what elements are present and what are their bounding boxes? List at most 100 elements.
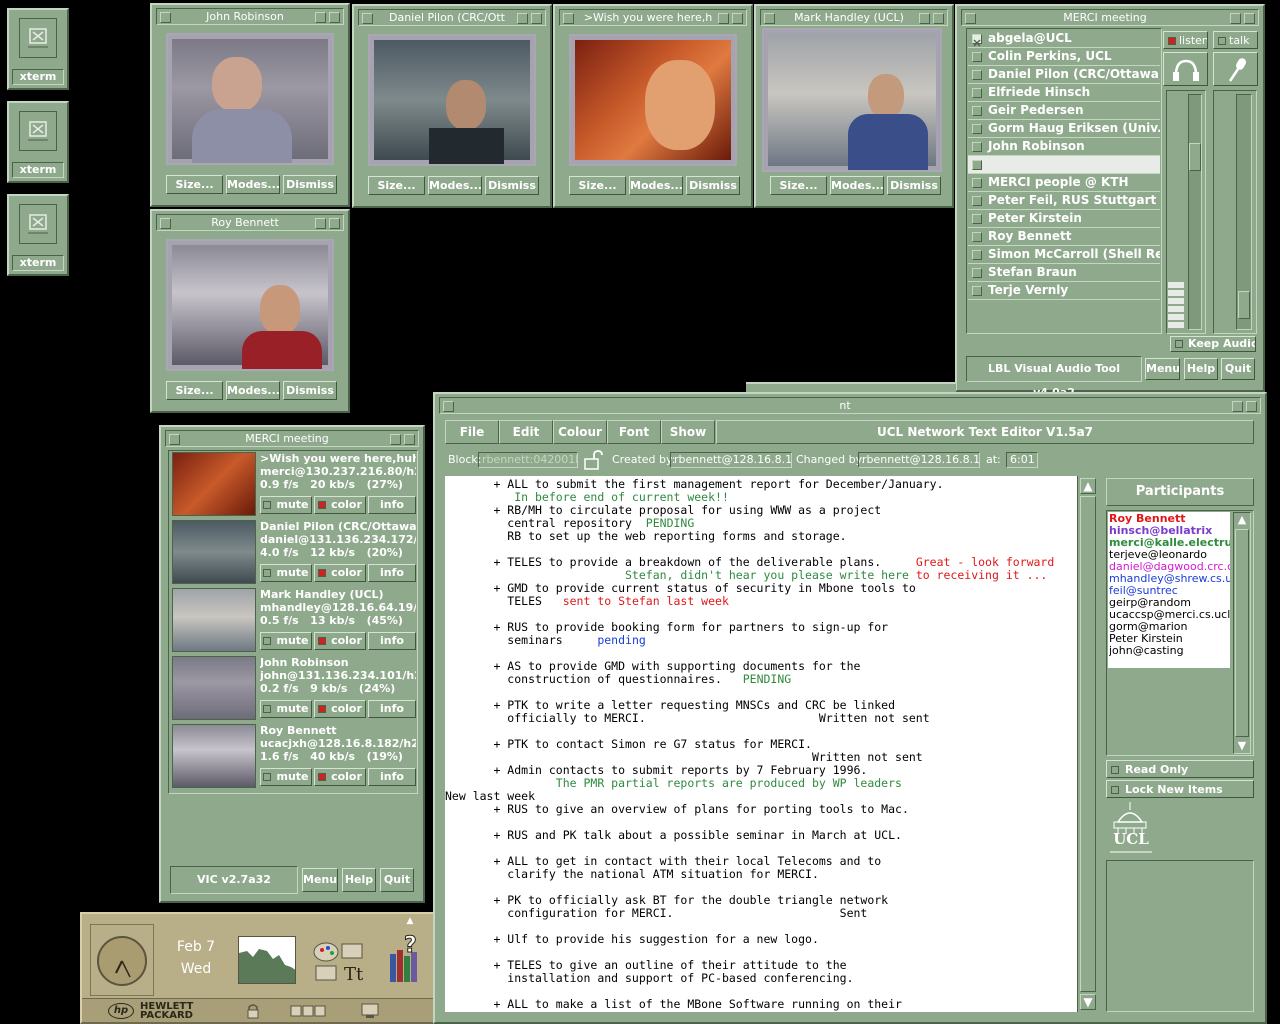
date-display[interactable]: Feb 7 Wed <box>162 936 230 980</box>
lock-new-items-toggle[interactable]: Lock New Items <box>1106 780 1254 798</box>
document-line[interactable]: + RUS to give an overview of plans for p… <box>445 803 1077 816</box>
stream-thumbnail[interactable] <box>172 452 256 516</box>
maximize-button[interactable] <box>933 13 944 24</box>
participant-checkbox[interactable] <box>972 268 982 278</box>
keep-audio-toggle[interactable]: Keep Audio <box>1170 336 1256 352</box>
participant-row[interactable]: Simon McCarroll (Shell Rese <box>968 246 1160 264</box>
size-button[interactable]: Size... <box>569 176 626 195</box>
nte-participant[interactable]: mhandley@shrew.cs.ucl. <box>1109 573 1230 585</box>
headphones-button[interactable] <box>1163 52 1208 86</box>
participant-scrollbar[interactable]: ▲ ▼ <box>1233 512 1251 754</box>
menu-file[interactable]: File <box>445 420 499 444</box>
size-button[interactable]: Size... <box>166 381 223 400</box>
nte-participant[interactable]: feil@suntrec <box>1109 585 1230 597</box>
participant-checkbox[interactable] <box>972 34 982 47</box>
mute-toggle[interactable]: mute <box>260 632 312 650</box>
minimize-button[interactable] <box>718 13 729 24</box>
input-volume-slider[interactable] <box>1236 94 1252 330</box>
participant-checkbox[interactable] <box>972 160 982 170</box>
lock-icon[interactable] <box>246 1003 260 1019</box>
title-bar[interactable]: MERCI meeting <box>165 430 419 447</box>
nte-participant[interactable]: Peter Kirstein <box>1109 633 1230 645</box>
stream-thumbnail[interactable] <box>172 588 256 652</box>
participant-row[interactable]: abgela@UCL <box>968 30 1160 48</box>
participant-row[interactable]: Peter Feil, RUS Stuttgart <box>968 192 1160 210</box>
modes-button[interactable]: Modes... <box>830 176 884 195</box>
maximize-button[interactable] <box>1244 13 1255 24</box>
document-line[interactable]: officially to MERCI. Written not sent <box>445 712 1077 725</box>
dismiss-button[interactable]: Dismiss <box>686 176 740 195</box>
color-toggle[interactable]: color <box>314 768 366 786</box>
window-menu-button[interactable] <box>443 401 454 412</box>
scroll-up-arrow-icon[interactable]: ▲ <box>1080 478 1096 494</box>
document-line[interactable]: The PMR partial reports are produced by … <box>445 777 1077 790</box>
document-line[interactable]: clarify the national ATM situation for M… <box>445 868 1077 881</box>
modes-button[interactable]: Modes... <box>428 176 482 195</box>
color-toggle[interactable]: color <box>314 496 366 514</box>
participant-checkbox[interactable] <box>972 70 982 80</box>
nte-participant[interactable]: ucaccsp@merci.cs.ucl.ac <box>1109 609 1230 621</box>
maximize-button[interactable] <box>329 12 340 23</box>
modes-button[interactable]: Modes... <box>226 175 280 194</box>
modes-button[interactable]: Modes... <box>226 381 280 400</box>
nte-participant[interactable]: daniel@dagwood.crc.ca <box>1109 561 1230 573</box>
minimize-button[interactable] <box>919 13 930 24</box>
participant-row[interactable]: Gorm Haug Eriksen (Univ. of <box>968 120 1160 138</box>
load-monitor[interactable] <box>238 936 296 984</box>
size-button[interactable]: Size... <box>770 176 827 195</box>
participant-checkbox[interactable] <box>972 214 982 224</box>
title-bar[interactable]: Daniel Pilon (CRC/Ott <box>358 9 546 26</box>
participant-checkbox[interactable] <box>972 52 982 62</box>
nte-participant[interactable]: gorm@marion <box>1109 621 1230 633</box>
scroll-down-arrow-icon[interactable]: ▼ <box>1080 994 1096 1010</box>
participant-checkbox[interactable] <box>972 286 982 296</box>
vic-quit-button[interactable]: Quit <box>380 868 414 892</box>
terminal-launcher-icon[interactable] <box>360 1003 380 1019</box>
info-button[interactable]: info <box>368 768 416 786</box>
stream-thumbnail[interactable] <box>172 656 256 720</box>
minimize-button[interactable] <box>1230 13 1241 24</box>
info-button[interactable]: info <box>368 496 416 514</box>
volume-thumb[interactable] <box>1189 143 1201 171</box>
menu-show[interactable]: Show <box>661 420 715 444</box>
participant-row[interactable]: Roy Bennett <box>968 228 1160 246</box>
participant-checkbox[interactable] <box>972 232 982 242</box>
document-line[interactable]: TELES sent to Stefan last week <box>445 595 1077 608</box>
maximize-button[interactable] <box>404 434 415 445</box>
participant-row[interactable]: MERCI people @ KTH <box>968 174 1160 192</box>
minimize-button[interactable] <box>1232 401 1243 412</box>
minimize-button[interactable] <box>315 218 326 229</box>
mute-toggle[interactable]: mute <box>260 496 312 514</box>
participant-checkbox[interactable] <box>972 250 982 260</box>
scroll-thumb[interactable] <box>1235 529 1249 737</box>
help-manager-icon[interactable]: ? <box>386 930 438 986</box>
workspace-switch-icon[interactable] <box>290 1005 328 1017</box>
participant-checkbox[interactable] <box>972 88 982 98</box>
stream-thumbnail[interactable] <box>172 520 256 584</box>
title-bar[interactable]: Mark Handley (UCL) <box>760 9 948 26</box>
output-volume-slider[interactable] <box>1188 94 1202 330</box>
color-toggle[interactable]: color <box>314 700 366 718</box>
color-toggle[interactable]: color <box>314 564 366 582</box>
window-menu-button[interactable] <box>160 218 171 229</box>
vat-help-button[interactable]: Help <box>1184 358 1218 380</box>
unlock-icon[interactable] <box>582 449 606 471</box>
maximize-button[interactable] <box>329 218 340 229</box>
stream-thumbnail[interactable] <box>172 724 256 788</box>
xterm-icon-3[interactable]: xterm <box>7 194 69 276</box>
mute-toggle[interactable]: mute <box>260 564 312 582</box>
dismiss-button[interactable]: Dismiss <box>283 381 337 400</box>
talk-toggle[interactable]: talk <box>1213 31 1258 49</box>
nte-participant[interactable]: merci@kalle.electrum.kt <box>1109 537 1230 549</box>
document-line[interactable]: configuration for MERCI. Sent <box>445 907 1077 920</box>
menu-colour[interactable]: Colour <box>553 420 607 444</box>
participant-row[interactable]: Peter Kirstein <box>968 210 1160 228</box>
participant-row[interactable]: Daniel Pilon (CRC/Ottawa) <box>968 66 1160 84</box>
scroll-thumb[interactable] <box>1080 496 1096 992</box>
menu-edit[interactable]: Edit <box>499 420 553 444</box>
clock-icon[interactable] <box>91 925 153 995</box>
document-line[interactable]: + Ulf to provide his suggestion for a ne… <box>445 933 1077 946</box>
dismiss-button[interactable]: Dismiss <box>887 176 941 195</box>
document-text-area[interactable]: + ALL to submit the first management rep… <box>445 476 1077 1012</box>
style-manager-icon[interactable]: Tt <box>312 936 368 985</box>
